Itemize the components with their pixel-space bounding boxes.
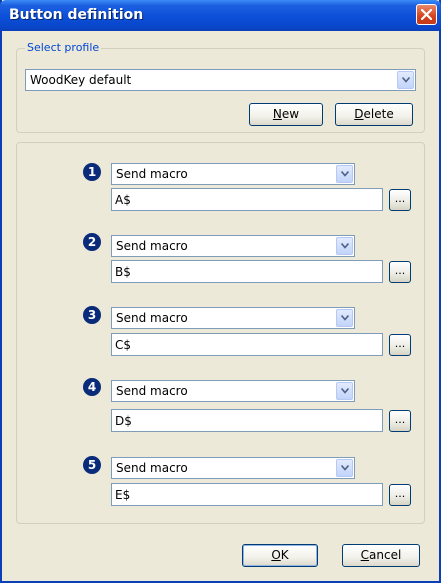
chevron-down-icon[interactable]: [336, 382, 353, 400]
button-4-macro-field[interactable]: [111, 409, 383, 432]
button-3-macro-field[interactable]: [111, 333, 383, 356]
button-2-macro-input[interactable]: [112, 261, 382, 282]
button-4-macro-input[interactable]: [112, 410, 382, 431]
button-3-browse-button[interactable]: ...: [389, 334, 411, 356]
button-number-badge: 5: [83, 456, 101, 474]
button-5-macro-input[interactable]: [112, 484, 382, 505]
close-button[interactable]: [416, 4, 437, 25]
button-2-action-dropdown[interactable]: Send macro: [111, 235, 355, 257]
button-1-action-value: Send macro: [116, 167, 188, 181]
delete-button-label: elete: [363, 107, 394, 121]
button-3-action-dropdown[interactable]: Send macro: [111, 307, 355, 329]
profile-group: Select profile WoodKey default New Delet…: [16, 41, 425, 133]
chevron-down-icon[interactable]: [397, 71, 414, 89]
button-5-action-dropdown[interactable]: Send macro: [111, 457, 355, 479]
window-title: Button definition: [9, 7, 144, 23]
chevron-down-icon[interactable]: [336, 309, 353, 327]
button-number-badge: 3: [83, 306, 101, 324]
button-1-browse-button[interactable]: ...: [389, 189, 411, 211]
new-button-mnemonic: N: [272, 107, 282, 121]
button-number-badge: 4: [83, 378, 101, 396]
delete-profile-button[interactable]: Delete: [335, 103, 413, 126]
ok-button-mnemonic: O: [271, 548, 281, 562]
new-button-label: ew: [281, 107, 300, 121]
button-3-action-value: Send macro: [116, 311, 188, 325]
button-number-badge: 1: [83, 163, 101, 181]
dialog-window: Button definition Select profile WoodKey…: [0, 0, 441, 583]
button-3-macro-input[interactable]: [112, 334, 382, 355]
profile-dropdown[interactable]: WoodKey default: [25, 69, 416, 91]
ok-button-label: K: [280, 548, 289, 562]
ok-button[interactable]: OK: [242, 544, 318, 567]
new-profile-button[interactable]: New: [249, 103, 323, 126]
cancel-button-mnemonic: C: [360, 548, 370, 562]
chevron-down-icon[interactable]: [336, 165, 353, 183]
button-5-macro-field[interactable]: [111, 483, 383, 506]
close-icon: [421, 9, 432, 20]
profile-dropdown-value: WoodKey default: [30, 73, 132, 87]
button-definitions-group: 1 Send macro ... 2 Send macro ... 3 Send…: [16, 142, 425, 524]
button-1-macro-field[interactable]: [111, 188, 383, 211]
cancel-button-label: ancel: [369, 548, 402, 562]
button-5-browse-button[interactable]: ...: [389, 484, 411, 506]
button-4-action-value: Send macro: [116, 384, 188, 398]
button-2-action-value: Send macro: [116, 239, 188, 253]
button-2-macro-field[interactable]: [111, 260, 383, 283]
button-4-browse-button[interactable]: ...: [389, 410, 411, 432]
title-bar[interactable]: Button definition: [0, 0, 441, 31]
button-4-action-dropdown[interactable]: Send macro: [111, 380, 355, 402]
cancel-button[interactable]: Cancel: [342, 544, 420, 567]
button-5-action-value: Send macro: [116, 461, 188, 475]
chevron-down-icon[interactable]: [336, 459, 353, 477]
delete-button-mnemonic: D: [354, 107, 364, 121]
chevron-down-icon[interactable]: [336, 237, 353, 255]
button-1-macro-input[interactable]: [112, 189, 382, 210]
button-1-action-dropdown[interactable]: Send macro: [111, 163, 355, 185]
button-number-badge: 2: [83, 233, 101, 251]
button-2-browse-button[interactable]: ...: [389, 261, 411, 283]
profile-group-legend: Select profile: [25, 41, 102, 54]
